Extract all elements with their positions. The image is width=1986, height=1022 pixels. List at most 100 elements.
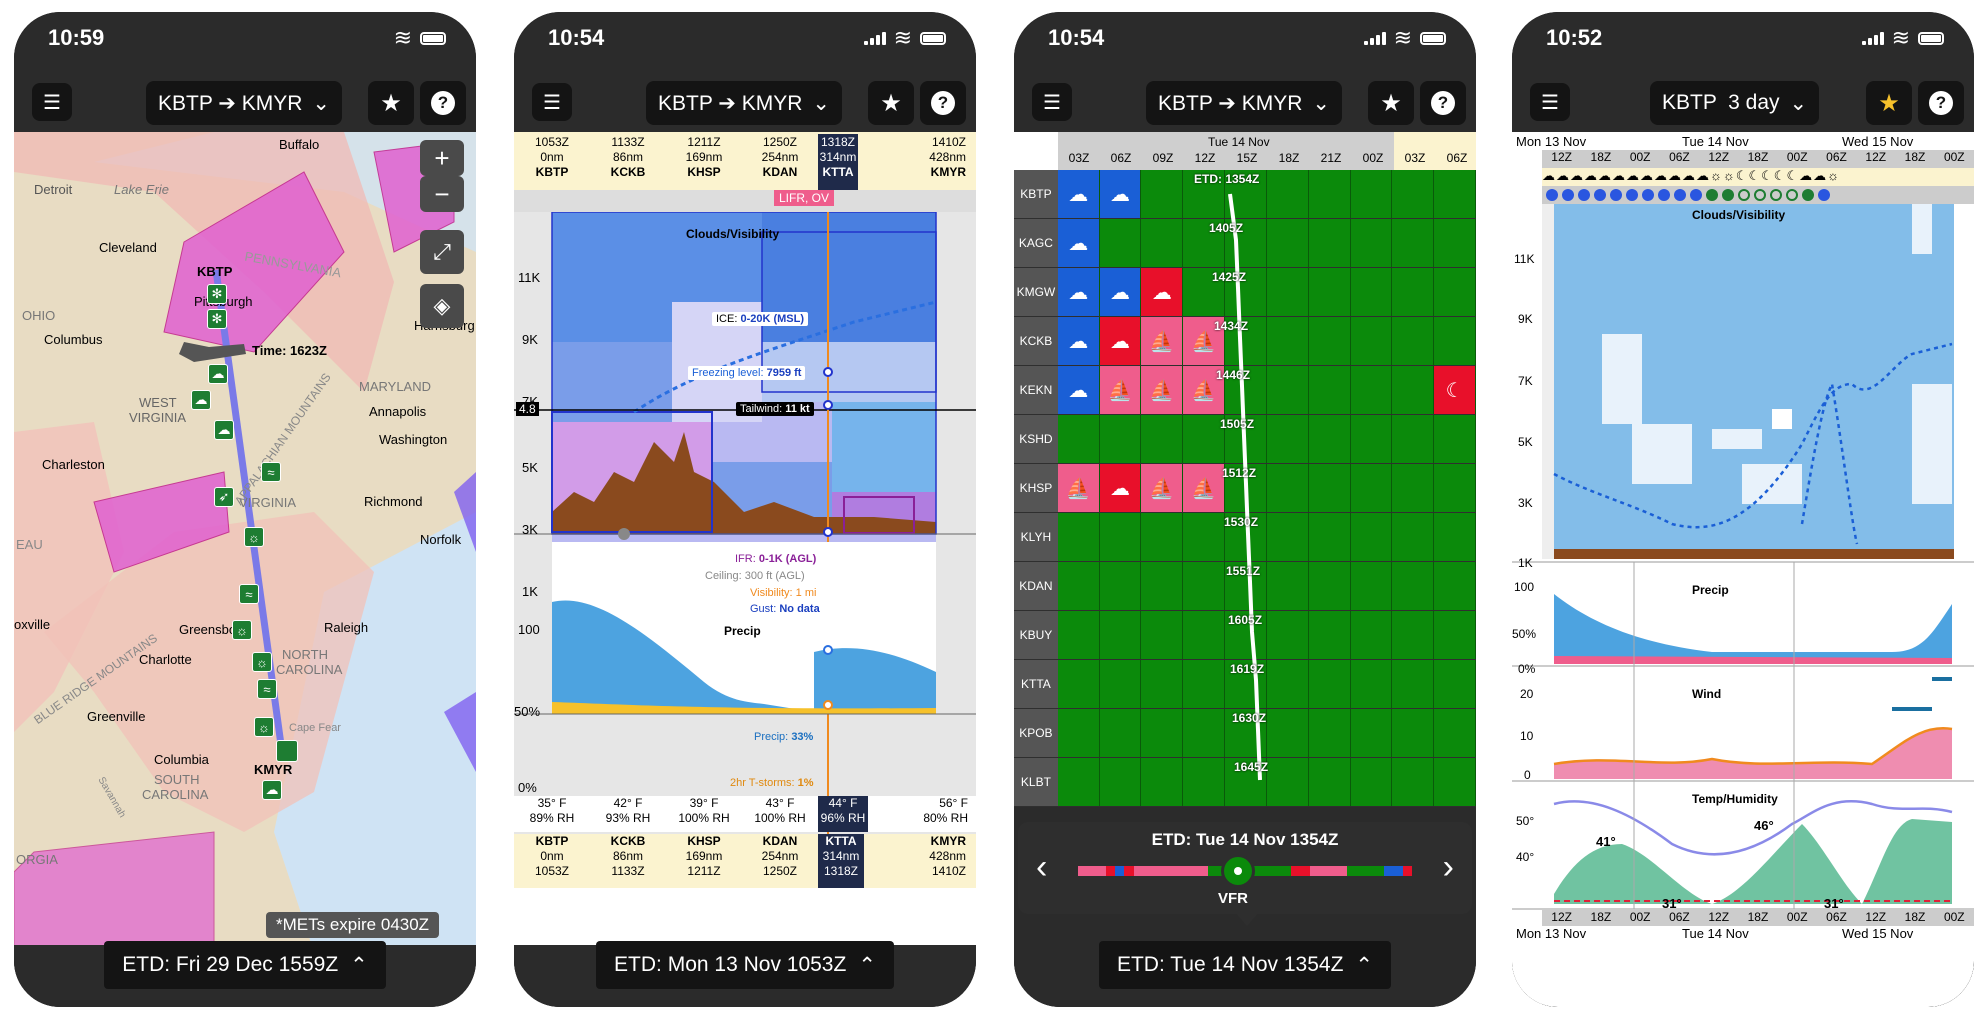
grid-cell[interactable] [1434, 415, 1476, 463]
menu-button[interactable]: ☰ [1032, 83, 1072, 121]
grid-cell[interactable] [1434, 268, 1476, 316]
zoom-out-button[interactable]: − [420, 176, 464, 212]
grid-cell[interactable] [1266, 268, 1309, 316]
grid-row-label[interactable]: KBTP [1014, 170, 1058, 218]
profile-view[interactable]: 1053Z 0nm KBTP 1133Z 86nm KCKB 1211Z 169nm KHS… [514, 132, 976, 952]
grid-row-label[interactable]: KHSP [1014, 464, 1058, 512]
cloud-icon[interactable]: ☁ [208, 364, 228, 384]
grid-cell[interactable] [1141, 513, 1184, 561]
prev-button[interactable]: ‹ [1036, 848, 1047, 887]
grid-cell[interactable]: ☁ [1099, 464, 1142, 512]
grid-cell[interactable] [1434, 660, 1476, 708]
grid-view[interactable]: Tue 14 Nov 03Z 06Z 09Z 12Z 15Z 18Z 21Z 00Z 03Z 06… [1014, 132, 1476, 952]
grid-cell[interactable] [1350, 562, 1393, 610]
grid-cell[interactable] [1392, 219, 1435, 267]
grid-cell[interactable] [1392, 562, 1435, 610]
grid-row-label[interactable]: KMGW [1014, 268, 1058, 316]
favorite-button[interactable]: ★ [1368, 81, 1414, 125]
grid-cell[interactable] [1434, 170, 1476, 218]
grid-cell[interactable] [1392, 268, 1435, 316]
grid-row-label[interactable]: KDAN [1014, 562, 1058, 610]
grid-row-label[interactable]: KAGC [1014, 219, 1058, 267]
grid-cell[interactable]: ⛵ [1183, 464, 1226, 512]
grid-cell[interactable] [1266, 464, 1309, 512]
grid-cell[interactable] [1099, 611, 1142, 659]
grid-cell[interactable] [1434, 464, 1476, 512]
cloud-icon[interactable]: ☁ [214, 420, 234, 440]
grid-cell[interactable] [1392, 660, 1435, 708]
grid-cell[interactable]: ☁ [1057, 366, 1100, 414]
etd-button[interactable]: ETD: Fri 29 Dec 1559Z ⌃ [104, 941, 386, 989]
grid-cell[interactable] [1350, 660, 1393, 708]
grid-cell[interactable] [1392, 611, 1435, 659]
grid-cell[interactable] [1266, 660, 1309, 708]
grid-cell[interactable] [1141, 758, 1184, 806]
grid-row-label[interactable]: KEKN [1014, 366, 1058, 414]
fog-icon[interactable]: ≈ [239, 584, 259, 604]
grid-cell[interactable]: ☁ [1057, 170, 1100, 218]
grid-cell[interactable] [1183, 513, 1226, 561]
grid-cell[interactable]: ☁ [1057, 268, 1100, 316]
grid-cell[interactable]: ☁ [1099, 317, 1142, 365]
grid-cell[interactable] [1183, 709, 1226, 757]
fog-icon[interactable]: ≈ [261, 462, 281, 482]
grid-cell[interactable] [1392, 464, 1435, 512]
route-selector[interactable]: KBTP ➔ KMYR ⌄ [146, 81, 343, 125]
grid-cell[interactable] [1308, 562, 1351, 610]
grid-cell[interactable] [1266, 170, 1309, 218]
grid-cell[interactable] [1266, 317, 1309, 365]
cloud-visibility-chart[interactable] [514, 212, 976, 872]
help-button[interactable]: ? [420, 81, 466, 125]
grid-cell[interactable] [1392, 317, 1435, 365]
grid-cell[interactable] [1099, 660, 1142, 708]
grid-cell[interactable] [1308, 464, 1351, 512]
grid-cell[interactable] [1308, 317, 1351, 365]
grid-row[interactable]: KAGC ☁ [1014, 219, 1476, 268]
grid-cell[interactable] [1099, 709, 1142, 757]
grid-cell[interactable] [1434, 709, 1476, 757]
three-day-charts[interactable] [1512, 204, 1974, 1004]
menu-button[interactable]: ☰ [32, 83, 72, 121]
grid-cell[interactable] [1350, 758, 1393, 806]
sun-icon[interactable]: ☼ [232, 620, 252, 640]
grid-cell[interactable] [1266, 758, 1309, 806]
grid-cell[interactable] [1141, 709, 1184, 757]
grid-cell[interactable] [1057, 415, 1100, 463]
grid-cell[interactable] [1141, 170, 1184, 218]
grid-cell[interactable] [1099, 758, 1142, 806]
grid-cell[interactable]: ☁ [1057, 317, 1100, 365]
route-selector[interactable]: KBTP ➔ KMYR ⌄ [1146, 81, 1343, 125]
grid-cell[interactable] [1308, 758, 1351, 806]
zoom-in-button[interactable]: + [420, 140, 464, 176]
sun-icon[interactable]: ☼ [252, 652, 272, 672]
next-button[interactable]: › [1443, 848, 1454, 887]
favorite-button[interactable]: ★ [868, 81, 914, 125]
snow-icon[interactable]: ✻ [207, 309, 227, 329]
grid-cell[interactable]: ☁ [1099, 268, 1142, 316]
grid-cell[interactable]: ⛵ [1141, 366, 1184, 414]
grid-cell[interactable] [1434, 758, 1476, 806]
grid-cell[interactable] [1057, 660, 1100, 708]
grid-row-label[interactable]: KCKB [1014, 317, 1058, 365]
grid-cell[interactable] [1434, 513, 1476, 561]
timeline-slider-knob[interactable] [1221, 854, 1255, 888]
grid-cell[interactable] [1392, 758, 1435, 806]
fog-icon[interactable]: ≈ [257, 679, 277, 699]
grid-cell[interactable] [1183, 562, 1226, 610]
grid-cell[interactable]: ⛵ [1141, 317, 1184, 365]
grid-cell[interactable] [1266, 709, 1309, 757]
grid-cell[interactable] [1308, 709, 1351, 757]
grid-cell[interactable] [1183, 660, 1226, 708]
grid-row-label[interactable]: KPOB [1014, 709, 1058, 757]
grid-cell[interactable] [1099, 562, 1142, 610]
grid-cell[interactable] [1266, 415, 1309, 463]
grid-cell[interactable] [1350, 513, 1393, 561]
favorite-button[interactable]: ★ [1866, 81, 1912, 125]
grid-cell[interactable] [1434, 219, 1476, 267]
snow-icon[interactable]: ✻ [207, 284, 227, 304]
grid-row-label[interactable]: KLBT [1014, 758, 1058, 806]
grid-cell[interactable] [1392, 415, 1435, 463]
grid-cell[interactable] [1141, 219, 1184, 267]
layers-button[interactable]: ◈ [420, 284, 464, 328]
grid-cell[interactable] [1183, 415, 1226, 463]
